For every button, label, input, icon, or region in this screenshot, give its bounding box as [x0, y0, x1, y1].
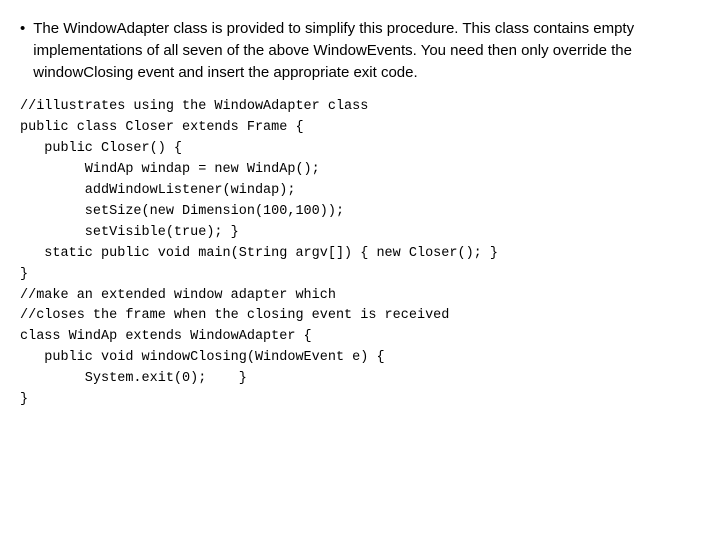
- code-block: //illustrates using the WindowAdapter cl…: [20, 97, 700, 411]
- bullet-dot: •: [20, 18, 25, 39]
- bullet-point: • The WindowAdapter class is provided to…: [20, 18, 700, 83]
- bullet-text: The WindowAdapter class is provided to s…: [33, 18, 700, 83]
